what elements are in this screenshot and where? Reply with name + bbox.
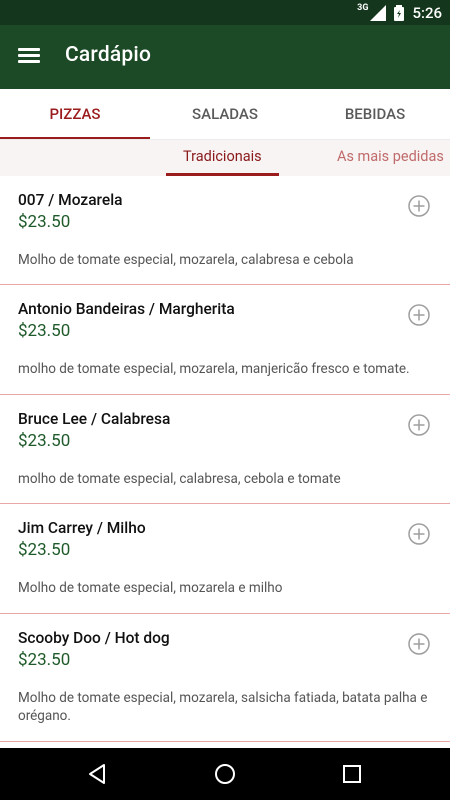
item-name: Jim Carrey / Milho	[18, 519, 146, 537]
add-circle-icon[interactable]	[408, 304, 430, 326]
add-circle-icon[interactable]	[408, 195, 430, 217]
item-description: Molho de tomate especial, mozarela, sals…	[18, 690, 428, 724]
category-tabs: PIZZAS SALADAS BEBIDAS	[0, 89, 450, 140]
status-icons: 3G 5:26	[357, 0, 442, 25]
home-circle-icon[interactable]	[213, 762, 237, 786]
item-name: Scooby Doo / Hot dog	[18, 629, 170, 647]
menu-item-list: 007 / Mozarela $23.50 Molho de tomate es…	[0, 176, 450, 748]
item-description: molho de tomate especial, mozarela, manj…	[18, 361, 410, 377]
signal-icon	[370, 4, 387, 21]
subtab-label: As mais pedidas	[337, 148, 444, 165]
item-price: $23.50	[18, 540, 71, 560]
list-item[interactable]: 007 / Mozarela $23.50 Molho de tomate es…	[0, 176, 450, 285]
item-price: $23.50	[18, 212, 71, 232]
page-title: Cardápio	[65, 43, 152, 67]
subtab-mais-pedidas[interactable]: As mais pedidas	[337, 140, 444, 174]
tab-saladas[interactable]: SALADAS	[150, 89, 300, 139]
item-description: Molho de tomate especial, mozarela, cala…	[18, 252, 354, 268]
recents-square-icon[interactable]	[340, 762, 364, 786]
item-price: $23.50	[18, 321, 71, 341]
status-bar: 3G 5:26	[0, 0, 450, 25]
list-item[interactable]: Scooby Doo / Hot dog $23.50 Molho de tom…	[0, 614, 450, 742]
add-circle-icon[interactable]	[408, 523, 430, 545]
list-item[interactable]: Jim Carrey / Milho $23.50 Molho de tomat…	[0, 504, 450, 614]
tab-indicator	[0, 137, 150, 139]
item-name: 007 / Mozarela	[18, 191, 123, 209]
tab-label: PIZZAS	[49, 105, 101, 123]
app-toolbar: Cardápio	[0, 25, 450, 89]
item-name: Bruce Lee / Calabresa	[18, 410, 171, 428]
back-triangle-icon[interactable]	[86, 762, 110, 786]
battery-icon	[394, 4, 405, 21]
tab-pizzas[interactable]: PIZZAS	[0, 89, 150, 139]
item-price: $23.50	[18, 431, 71, 451]
tab-label: BEBIDAS	[344, 105, 406, 123]
list-item[interactable]: Bruce Lee / Calabresa $23.50 molho de to…	[0, 395, 450, 504]
item-price: $23.50	[18, 650, 71, 670]
network-type: 3G	[357, 2, 369, 13]
list-item[interactable]: Antonio Bandeiras / Margherita $23.50 mo…	[0, 285, 450, 395]
add-circle-icon[interactable]	[408, 414, 430, 436]
subtab-label: Tradicionais	[183, 148, 262, 165]
subtab-tradicionais[interactable]: Tradicionais	[166, 140, 279, 176]
add-circle-icon[interactable]	[408, 633, 430, 655]
system-nav-bar	[0, 748, 450, 800]
hamburger-menu-icon[interactable]	[18, 45, 42, 69]
clock: 5:26	[412, 3, 442, 22]
subcategory-tabs: Tradicionais As mais pedidas	[0, 140, 450, 176]
item-description: molho de tomate especial, calabresa, ceb…	[18, 471, 341, 487]
item-name: Antonio Bandeiras / Margherita	[18, 300, 235, 318]
tab-label: SALADAS	[192, 105, 258, 123]
item-description: Molho de tomate especial, mozarela e mil…	[18, 580, 283, 596]
tab-bebidas[interactable]: BEBIDAS	[300, 89, 450, 139]
